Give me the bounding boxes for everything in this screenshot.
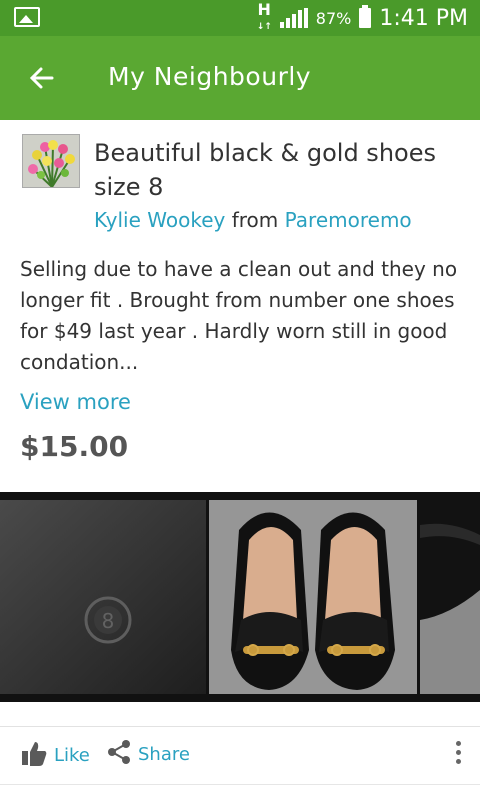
share-button[interactable]: Share (106, 739, 190, 770)
clock: 1:41 PM (379, 5, 468, 31)
signal-icon (279, 8, 308, 28)
byline: Kylie Wookey from Paremoremo (94, 208, 412, 232)
listing-description: Selling due to have a clean out and they… (20, 257, 458, 374)
listing-title: Beautiful black & gold shoes size 8 (94, 139, 436, 201)
like-button[interactable]: Like (20, 739, 90, 772)
battery-icon (359, 5, 372, 28)
author-avatar[interactable] (22, 134, 80, 188)
bottom-divider (0, 784, 480, 785)
status-icons: H ↓↑ 87% 1:41 PM (256, 0, 468, 32)
share-icon (106, 739, 132, 770)
photo-2[interactable] (209, 500, 417, 694)
photo-3[interactable] (420, 500, 480, 694)
gallery-icon (14, 7, 40, 27)
photo-gallery[interactable]: 8 (0, 492, 480, 702)
status-bar: H ↓↑ 87% 1:41 PM (0, 0, 480, 36)
network-type-icon: H ↓↑ (256, 0, 272, 32)
price: $15.00 (20, 430, 129, 463)
more-vert-icon[interactable] (454, 741, 462, 771)
app-title: My Neighbourly (108, 62, 312, 91)
action-bar: Like Share (0, 727, 480, 783)
battery-percent: 87% (315, 8, 352, 28)
author-link[interactable]: Kylie Wookey (94, 208, 225, 232)
view-more-link[interactable]: View more (20, 390, 131, 414)
like-label: Like (54, 745, 90, 766)
photo-1[interactable]: 8 (0, 500, 206, 694)
thumbs-up-icon (20, 739, 48, 772)
share-label: Share (138, 744, 190, 765)
location-link[interactable]: Paremoremo (285, 208, 412, 232)
app-bar: My Neighbourly (0, 36, 480, 120)
svg-text:8: 8 (102, 609, 115, 633)
back-arrow-icon[interactable] (24, 60, 60, 96)
from-label: from (231, 208, 279, 232)
